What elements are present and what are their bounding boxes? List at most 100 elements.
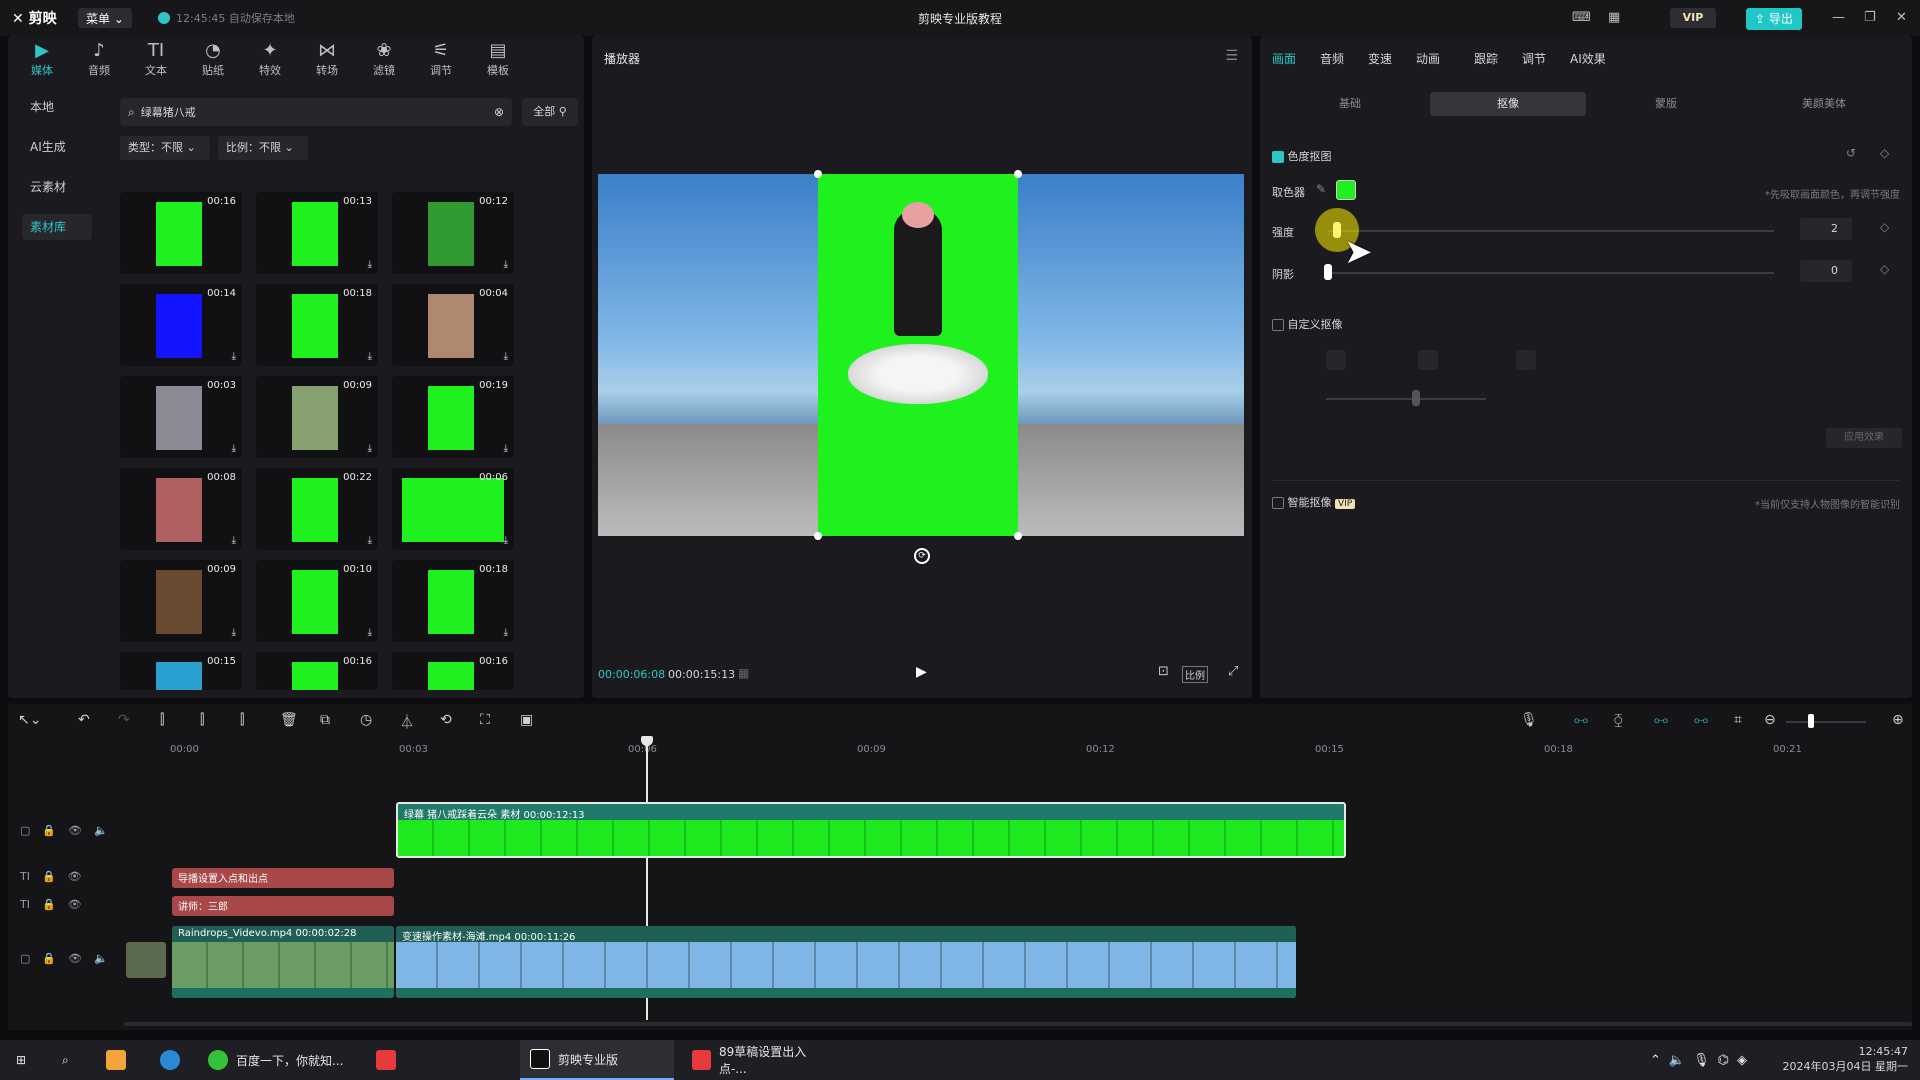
resize-handle-top-right[interactable] (1014, 170, 1022, 178)
download-icon[interactable]: ⤓ (232, 443, 236, 454)
media-thumbnail[interactable]: 00:22 ⤓ (256, 468, 378, 550)
toolbar-item-8[interactable]: ▤ 模板 (476, 40, 520, 78)
download-icon[interactable]: ⤓ (368, 627, 372, 638)
zoom-slider[interactable] (1786, 721, 1866, 723)
audio-icon[interactable]: 🔈 (94, 824, 108, 837)
microphone-icon[interactable]: 🎙 (1520, 712, 1538, 728)
toolbar-item-0[interactable]: ▶ 媒体 (20, 40, 64, 78)
media-thumbnail[interactable]: 00:06 ⤓ (392, 468, 514, 550)
subtab-2[interactable]: 蒙版 (1588, 92, 1744, 116)
restore-icon[interactable]: ❐ (1864, 10, 1876, 25)
media-thumbnail[interactable]: 00:04 ⤓ (392, 284, 514, 366)
strength-slider[interactable] (1328, 230, 1774, 232)
ratio-filter-dropdown[interactable]: 比例：不限 ⌄ (218, 136, 308, 160)
download-icon[interactable]: ⤓ (504, 351, 508, 362)
media-thumbnail[interactable]: 00:13 ⤓ (256, 192, 378, 274)
download-icon[interactable]: ⤓ (368, 535, 372, 546)
export-button[interactable]: ⇪ 导出 (1746, 8, 1802, 30)
tray-icons[interactable]: ⌃ 🔈 🎙 ⌬ ◈ (1640, 1040, 1757, 1080)
mirror-icon[interactable]: ⏃ (400, 712, 414, 732)
track-cover-icon[interactable]: ▢ (20, 824, 30, 837)
toolbar-item-5[interactable]: ⋈ 转场 (305, 40, 349, 78)
subtab-3[interactable]: 美颜美体 (1746, 92, 1902, 116)
toolbar-item-6[interactable]: ❀ 滤镜 (362, 40, 406, 78)
zoom-in-icon[interactable]: ⊕ (1892, 712, 1904, 728)
media-thumbnail[interactable]: 00:12 ⤓ (392, 192, 514, 274)
search-taskbar-button[interactable]: ⌕ (52, 1040, 79, 1080)
delete-icon[interactable]: 🗑 (280, 712, 298, 728)
layout-icon[interactable]: ▦ (1608, 10, 1620, 25)
subtab-1[interactable]: 抠像 (1430, 92, 1586, 116)
keyframe-icon[interactable]: ◇ (1880, 220, 1889, 234)
lock-icon[interactable]: 🔒 (42, 824, 56, 837)
split-icon[interactable]: ⫿ (160, 712, 164, 728)
eye-icon[interactable]: 👁 (68, 952, 82, 965)
timeline-grid-icon[interactable]: ▦ (738, 666, 749, 680)
search-input[interactable] (140, 105, 488, 119)
keyboard-icon[interactable]: ⌨ (1572, 10, 1591, 25)
download-icon[interactable]: ⤓ (368, 351, 372, 362)
download-icon[interactable]: ⤓ (504, 535, 508, 546)
taskbar-baidu[interactable]: 百度一下，你就知... (198, 1040, 358, 1080)
tab-1[interactable]: 音频 (1320, 50, 1344, 67)
preview-axis-icon[interactable]: ⧟ (1694, 712, 1708, 728)
audio-icon[interactable]: 🔈 (94, 952, 108, 965)
cover-thumbnail[interactable] (126, 942, 166, 978)
chroma-key-checkbox[interactable] (1272, 151, 1284, 163)
zoom-slider-thumb[interactable] (1808, 714, 1814, 728)
subtab-0[interactable]: 基础 (1272, 92, 1428, 116)
menu-icon[interactable]: ☰ (1225, 48, 1238, 64)
media-thumbnail[interactable]: 00:16 (256, 652, 378, 690)
green-screen-clip[interactable]: 绿幕 猪八戒踩着云朵 素材 00:00:12:13 (396, 802, 1346, 858)
chroma-key-section[interactable]: 色度抠图 (1272, 148, 1332, 164)
text-clip-1[interactable]: 导播设置入点和出点 (172, 868, 394, 888)
tab-4[interactable]: 跟踪 (1474, 50, 1498, 67)
freeze-icon[interactable]: ⧉ (320, 712, 330, 728)
undo-icon[interactable]: ↶ (78, 712, 90, 728)
full-view-icon[interactable]: ⌗ (1734, 712, 1742, 728)
smart-matting-section[interactable]: 智能抠像 VIP (1272, 480, 1356, 510)
custom-matting-section[interactable]: 自定义抠像 (1272, 316, 1343, 332)
custom-matting-checkbox[interactable] (1272, 319, 1284, 331)
screenshot-icon[interactable]: ⊡ (1158, 664, 1169, 679)
resize-handle-bottom-right[interactable] (1014, 532, 1022, 540)
clock[interactable]: 12:45:47 2024年03月04日 星期一 (1783, 1044, 1909, 1074)
eye-icon[interactable]: 👁 (68, 824, 82, 837)
media-thumbnail[interactable]: 00:18 ⤓ (392, 560, 514, 642)
media-thumbnail[interactable]: 00:16 (120, 192, 242, 274)
delete-left-icon[interactable]: ⫿ (200, 712, 204, 728)
app-pinned-edge[interactable] (150, 1040, 190, 1080)
clear-icon[interactable]: ⊗ (494, 105, 504, 119)
download-icon[interactable]: ⤓ (232, 351, 236, 362)
crop-icon[interactable]: ⛶ (480, 712, 490, 728)
taskbar-app89[interactable]: 89草稿设置出入点-... (682, 1040, 838, 1080)
app-pinned-c[interactable] (366, 1040, 406, 1080)
resize-handle-top-left[interactable] (814, 170, 822, 178)
download-icon[interactable]: ⤓ (232, 535, 236, 546)
raindrops-clip[interactable]: Raindrops_Videvo.mp4 00:00:02:28 (172, 926, 394, 998)
menu-button[interactable]: 菜单 ⌄ (78, 8, 132, 28)
lock-icon[interactable]: 🔒 (42, 870, 56, 883)
media-thumbnail[interactable]: 00:09 ⤓ (120, 560, 242, 642)
eye-icon[interactable]: 👁 (68, 870, 82, 883)
taskbar-jianying[interactable]: 剪映专业版 (520, 1040, 674, 1080)
linkage-icon[interactable]: ⧟ (1654, 712, 1668, 728)
select-tool-icon[interactable]: ↖⌄ (18, 712, 41, 728)
media-thumbnail[interactable]: 00:08 ⤓ (120, 468, 242, 550)
toolbar-item-7[interactable]: ⚟ 调节 (419, 40, 463, 78)
beach-clip[interactable]: 变速操作素材-海滩.mp4 00:00:11:26 (396, 926, 1296, 998)
strength-value[interactable]: 2 (1800, 218, 1852, 240)
keyframe-icon[interactable]: ◇ (1880, 262, 1889, 276)
shadow-slider-thumb[interactable] (1324, 264, 1332, 280)
tab-3[interactable]: 动画 (1416, 50, 1440, 67)
media-thumbnail[interactable]: 00:19 ⤓ (392, 376, 514, 458)
minimize-icon[interactable]: — (1832, 10, 1845, 25)
horizontal-scrollbar[interactable] (124, 1022, 1912, 1026)
toolbar-item-2[interactable]: TI 文本 (134, 40, 178, 78)
vip-badge[interactable]: VIP (1670, 8, 1716, 28)
media-thumbnail[interactable]: 00:15 (120, 652, 242, 690)
tab-6[interactable]: AI效果 (1570, 50, 1606, 67)
media-thumbnail[interactable]: 00:14 ⤓ (120, 284, 242, 366)
resize-handle-bottom-left[interactable] (814, 532, 822, 540)
fullscreen-icon[interactable]: ⤢ (1228, 664, 1238, 679)
